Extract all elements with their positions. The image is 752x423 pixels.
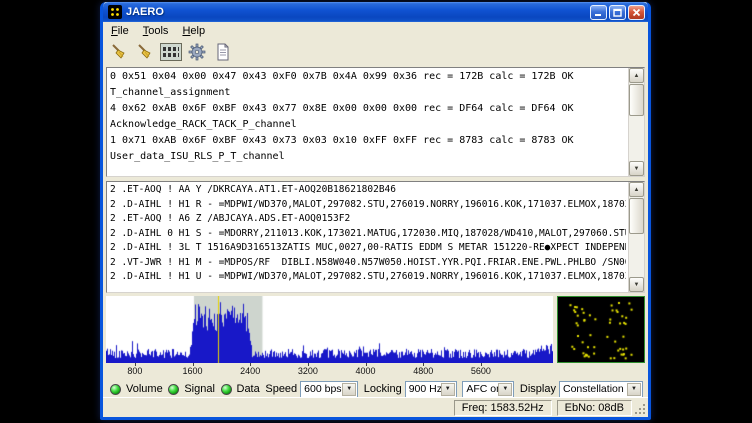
locking-control: Locking 900 Hz ▼ (364, 381, 457, 398)
resize-grip[interactable] (634, 403, 646, 415)
arrow-up-icon: ▲ (634, 73, 640, 79)
broom-icon (136, 43, 154, 61)
acars-log-line: 2 .D-AIHL ! H1 U - =MDPWI/WD370,MALOT,29… (110, 270, 626, 285)
gear-icon (188, 43, 206, 61)
signal-indicator: Signal (168, 383, 215, 395)
scroll-down-button[interactable]: ▼ (629, 161, 644, 176)
locking-value: 900 Hz (409, 383, 442, 395)
acars-log-line: 2 .ET-AOQ ! A6 Z /ABJCAYA.ADS.ET-AOQ0153… (110, 212, 626, 227)
dropdown-arrow-icon[interactable]: ▼ (498, 383, 512, 396)
spectrum-axis-label: 2400 (240, 366, 260, 376)
window-title: JAERO (126, 6, 588, 18)
data-label: Data (237, 383, 260, 395)
scroll-down-button[interactable]: ▼ (629, 277, 644, 292)
locking-label: Locking (364, 383, 402, 395)
menu-tools[interactable]: Tools (136, 24, 176, 38)
acars-log-line: 2 .D-AIHL 0 H1 S - =MDORRY,211013.KOK,17… (110, 227, 626, 242)
display-label: Display (520, 383, 556, 395)
scroll-up-button[interactable]: ▲ (629, 68, 644, 83)
toolbar (103, 39, 648, 65)
minimize-button[interactable] (590, 5, 607, 20)
dropdown-arrow-icon[interactable]: ▼ (441, 383, 455, 396)
desktop-background: JAERO File Tools Help (0, 0, 752, 423)
scroll-thumb[interactable] (629, 84, 644, 116)
clear-hex-log-button[interactable] (107, 40, 131, 64)
speed-control: Speed 600 bps ▼ (265, 381, 358, 398)
display-select[interactable]: Constellation ▼ (559, 381, 643, 398)
arrow-up-icon: ▲ (634, 187, 640, 193)
hex-log-line: 4 0x62 0xAB 0x6F 0xBF 0x43 0x77 0x8E 0x0… (110, 101, 626, 117)
acars-log-scrollbar[interactable]: ▲ ▼ (628, 182, 644, 292)
hex-log-lines: 0 0x51 0x04 0x00 0x47 0x43 0xF0 0x7B 0x4… (110, 69, 626, 175)
jaero-window: JAERO File Tools Help (100, 2, 651, 420)
display-value: Constellation (563, 383, 624, 395)
main-content: 0 0x51 0x04 0x00 0x47 0x43 0xF0 0x7B 0x4… (103, 65, 648, 397)
displays-row: 800 1600 2400 3200 4000 4800 5600 (106, 296, 645, 378)
afc-select[interactable]: AFC on ▼ (462, 381, 514, 398)
spectrum-axis-label: 1600 (183, 366, 203, 376)
controls-row: Volume Signal Data Speed 600 bps ▼ (106, 380, 645, 397)
spectrum-axis: 800 1600 2400 3200 4000 4800 5600 (106, 363, 553, 378)
hex-log-line: 0 0x51 0x04 0x00 0x47 0x43 0xF0 0x7B 0x4… (110, 69, 626, 85)
settings-button[interactable] (185, 40, 209, 64)
data-indicator: Data (221, 383, 260, 395)
afc-value: AFC on (466, 383, 502, 395)
hex-log-line: User_data_ISU_RLS_P_T_channel (110, 149, 626, 165)
hex-log-panel[interactable]: 0 0x51 0x04 0x00 0x47 0x43 0xF0 0x7B 0x4… (106, 67, 645, 177)
app-icon (108, 5, 122, 19)
afc-control: AFC on ▼ (462, 381, 514, 398)
hex-log-line: T_channel_assignment (110, 85, 626, 101)
arrow-down-icon: ▼ (634, 282, 640, 288)
titlebar[interactable]: JAERO (103, 2, 648, 22)
volume-led-icon (110, 384, 121, 395)
menu-file[interactable]: File (104, 24, 136, 38)
menu-help[interactable]: Help (175, 24, 212, 38)
ebno-status: EbNo: 08dB (557, 400, 632, 416)
acars-log-line: 2 .ET-AOQ ! AA Y /DKRCAYA.AT1.ET-AOQ20B1… (110, 183, 626, 198)
volume-indicator: Volume (110, 383, 163, 395)
speed-select[interactable]: 600 bps ▼ (300, 381, 358, 398)
maximize-button[interactable] (609, 5, 626, 20)
logging-button[interactable] (211, 40, 235, 64)
constellation-display (557, 296, 645, 363)
signal-label: Signal (184, 383, 215, 395)
constellation-canvas (558, 297, 644, 362)
scroll-thumb[interactable] (629, 198, 644, 234)
close-button[interactable] (628, 5, 645, 20)
acars-log-line: 2 .D-AIHL ! 3L T 1516A9D316513ZATIS MUC,… (110, 241, 626, 256)
speed-label: Speed (265, 383, 297, 395)
hex-log-line: 1 0x71 0xAB 0x6F 0xBF 0x43 0x73 0x03 0x1… (110, 133, 626, 149)
document-icon (215, 43, 231, 61)
hex-log-scrollbar[interactable]: ▲ ▼ (628, 68, 644, 176)
statusbar: Freq: 1583.52Hz EbNo: 08dB (103, 397, 648, 417)
spectrum-axis-label: 5600 (471, 366, 491, 376)
locking-select[interactable]: 900 Hz ▼ (405, 381, 457, 398)
spectrum-canvas[interactable] (106, 296, 553, 363)
counter-lcd-icon (160, 43, 182, 61)
counter-display (159, 40, 183, 64)
acars-log-lines: 2 .ET-AOQ ! AA Y /DKRCAYA.AT1.ET-AOQ20B1… (110, 183, 626, 291)
scroll-up-button[interactable]: ▲ (629, 182, 644, 197)
clear-acars-log-button[interactable] (133, 40, 157, 64)
freq-status: Freq: 1583.52Hz (454, 400, 552, 416)
dropdown-arrow-icon[interactable]: ▼ (342, 383, 356, 396)
menubar: File Tools Help (103, 22, 648, 39)
speed-value: 600 bps (304, 383, 341, 395)
hex-log-line: Acknowledge_RACK_TACK_P_channel (110, 117, 626, 133)
acars-log-panel[interactable]: 2 .ET-AOQ ! AA Y /DKRCAYA.AT1.ET-AOQ20B1… (106, 181, 645, 293)
acars-log-line: 2 .VT-JWR ! H1 M - =MDPOS/RF DIBLI.N58W0… (110, 256, 626, 271)
volume-label: Volume (126, 383, 163, 395)
spectrum-axis-label: 3200 (298, 366, 318, 376)
acars-log-line: 2 .D-AIHL ! H1 R - =MDPWI/WD370,MALOT,29… (110, 198, 626, 213)
spectrum-axis-label: 4000 (356, 366, 376, 376)
display-control: Display Constellation ▼ (520, 381, 643, 398)
spectrum-axis-label: 4800 (413, 366, 433, 376)
dropdown-arrow-icon[interactable]: ▼ (627, 383, 641, 396)
arrow-down-icon: ▼ (634, 166, 640, 172)
broom-icon (110, 43, 128, 61)
data-led-icon (221, 384, 232, 395)
spectrum-axis-label: 800 (127, 366, 142, 376)
signal-led-icon (168, 384, 179, 395)
spectrum-display[interactable]: 800 1600 2400 3200 4000 4800 5600 (106, 296, 553, 378)
